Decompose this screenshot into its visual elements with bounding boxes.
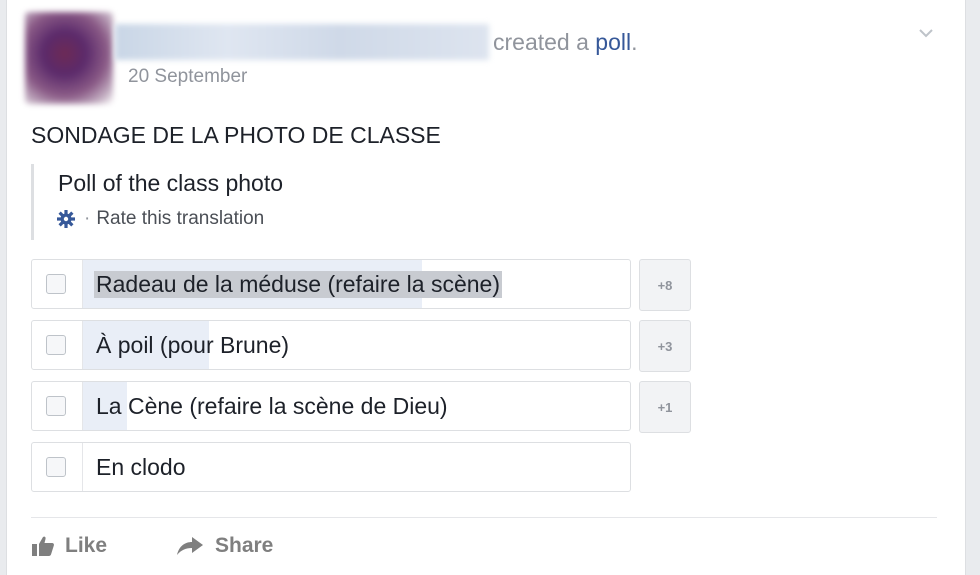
rate-separator: · (84, 208, 91, 229)
divider (31, 517, 937, 518)
thumbs-up-icon (32, 536, 54, 556)
translation-block: Poll of the class photo · Rate this tran… (31, 164, 454, 240)
poll-option-label: À poil (pour Brune) (96, 332, 290, 358)
poll-option-checkbox[interactable] (46, 396, 66, 416)
poll-option-checkbox-cell (32, 260, 83, 308)
poll-option-checkbox[interactable] (46, 274, 66, 294)
poll-option-checkbox[interactable] (46, 335, 66, 355)
poll-option-checkbox-cell (32, 382, 83, 430)
like-label: Like (65, 534, 108, 557)
like-button[interactable]: Like (31, 534, 107, 558)
headline-action: created a (493, 29, 589, 55)
poll-option-label: En clodo (96, 454, 186, 480)
poll-option[interactable]: Radeau de la méduse (refaire la scène) (31, 259, 631, 309)
post-date[interactable]: 20 September (128, 66, 247, 88)
share-button[interactable]: Share (175, 534, 273, 558)
poll-option-checkbox[interactable] (46, 457, 66, 477)
poll-option-vote-count[interactable]: +3 (639, 320, 691, 372)
poll-option-vote-count[interactable]: +1 (639, 381, 691, 433)
poll-option-label: Radeau de la méduse (refaire la scène) (94, 271, 503, 298)
poll-link[interactable]: poll (595, 29, 631, 55)
share-arrow-icon (177, 537, 203, 555)
rate-translation-label[interactable]: Rate this translation (96, 208, 264, 230)
poll-option-vote-count[interactable]: +8 (639, 259, 691, 311)
post-headline: created a poll. (493, 29, 638, 56)
translation-text: Poll of the class photo (58, 170, 284, 196)
share-label: Share (215, 534, 274, 557)
poll-option-checkbox-cell (32, 443, 83, 491)
poll-title: SONDAGE DE LA PHOTO DE CLASSE (31, 122, 441, 148)
poll-option-checkbox-cell (32, 321, 83, 369)
headline-end: . (631, 29, 638, 55)
poll-option-label: La Cène (refaire la scène de Dieu) (96, 393, 448, 419)
poll-option[interactable]: La Cène (refaire la scène de Dieu) (31, 381, 631, 431)
post-card: created a poll. 20 September SONDAGE DE … (6, 0, 966, 575)
avatar[interactable] (25, 12, 113, 104)
poll-option[interactable]: À poil (pour Brune) (31, 320, 631, 370)
poll-option[interactable]: En clodo (31, 442, 631, 492)
gear-icon (57, 210, 75, 228)
rate-translation[interactable]: · Rate this translation (56, 208, 264, 230)
author-name-blurred[interactable] (115, 24, 489, 60)
chevron-down-icon[interactable] (915, 22, 937, 44)
